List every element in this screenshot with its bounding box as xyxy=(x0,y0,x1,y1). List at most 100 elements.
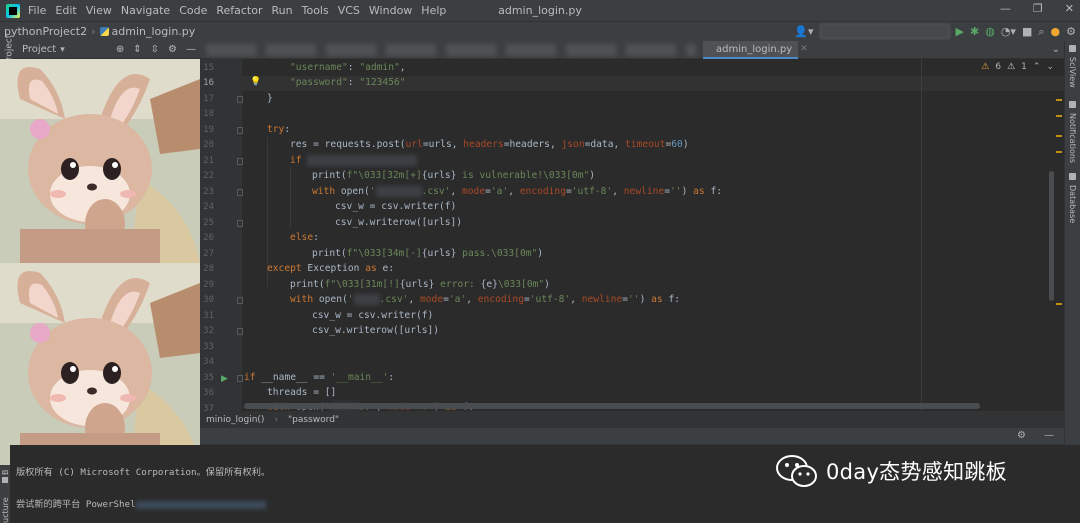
lightbulb-icon[interactable]: 💡 xyxy=(250,77,261,87)
restore-icon[interactable]: ❐ xyxy=(1033,2,1043,15)
close-icon[interactable]: ✕ xyxy=(1065,2,1074,15)
breadcrumb-item[interactable]: "password" xyxy=(288,415,339,425)
fox-mascot-image xyxy=(0,263,200,465)
line-number: 30 xyxy=(203,295,214,305)
error-stripe-marker[interactable] xyxy=(1056,99,1062,101)
code-line-16: "password": "123456" xyxy=(290,77,406,88)
update-icon[interactable]: ● xyxy=(1051,25,1061,38)
vertical-scrollbar[interactable] xyxy=(1049,171,1054,301)
structure-label[interactable]: ucture xyxy=(1,497,10,523)
hide-icon[interactable]: — xyxy=(186,44,196,55)
mascot-image-bottom xyxy=(0,263,200,465)
project-panel-title[interactable]: Project xyxy=(22,44,56,55)
code-line-27: print(f"\033[34m[-]{urls} pass.\033[0m") xyxy=(312,248,544,259)
close-tab-icon[interactable]: ✕ xyxy=(800,44,808,54)
menu-file[interactable]: File xyxy=(28,4,46,17)
project-panel-tools: ⊕ ⇕ ⇳ ⚙ — xyxy=(116,44,196,55)
sciview-icon[interactable] xyxy=(1069,45,1076,52)
line-number: 34 xyxy=(203,357,214,367)
run-toolbar: 👤▾ ▶ ✱ ◍ ◔▾ ■ ⌕ ● ⚙ xyxy=(794,24,1076,39)
search-icon[interactable]: ⌕ xyxy=(1038,25,1044,39)
bookmarks-label[interactable]: B xyxy=(1,470,10,476)
fold-marker-icon[interactable] xyxy=(237,328,243,335)
settings-icon[interactable]: ⚙ xyxy=(1066,25,1076,38)
code-line-30: with open('x.csv', mode='a', encoding='u… xyxy=(290,294,681,305)
code-line-26: else: xyxy=(290,232,319,243)
menu-edit[interactable]: Edit xyxy=(55,4,76,17)
breadcrumb-function[interactable]: minio_login() xyxy=(206,415,264,425)
error-stripe-marker[interactable] xyxy=(1056,115,1062,117)
menu-refactor[interactable]: Refactor xyxy=(216,4,262,17)
weak-warning-count: 1 xyxy=(1021,62,1027,72)
bookmark-icon[interactable] xyxy=(2,477,8,483)
menu-code[interactable]: Code xyxy=(179,4,207,17)
fold-marker-icon[interactable] xyxy=(237,158,243,165)
nav-project[interactable]: pythonProject2 xyxy=(4,25,87,38)
minimize-icon[interactable]: — xyxy=(1000,2,1011,15)
line-number: 16 xyxy=(203,78,214,88)
profile-icon[interactable]: ◔▾ xyxy=(1001,25,1016,38)
ide-window: File Edit View Navigate Code Refactor Ru… xyxy=(0,0,1080,523)
fold-marker-icon[interactable] xyxy=(237,375,243,382)
gear-icon[interactable]: ⚙ xyxy=(168,44,177,55)
fold-marker-icon[interactable] xyxy=(237,96,243,103)
tab-list-icon[interactable]: ⌄ xyxy=(1052,44,1060,55)
user-icon[interactable]: 👤▾ xyxy=(794,25,813,38)
database-icon[interactable] xyxy=(1069,173,1076,180)
warning-count: 6 xyxy=(995,62,1002,72)
fold-marker-icon[interactable] xyxy=(237,297,243,304)
editor-tabs: admin_login.py ✕ ⌄ xyxy=(200,41,1064,59)
sciview-label[interactable]: SciView xyxy=(1068,57,1077,88)
menu-tools[interactable]: Tools xyxy=(302,4,329,17)
chevron-down-icon[interactable]: ▾ xyxy=(60,45,65,55)
locate-icon[interactable]: ⊕ xyxy=(116,44,124,55)
expand-all-icon[interactable]: ⇕ xyxy=(133,44,141,55)
error-stripe-marker[interactable] xyxy=(1056,303,1062,305)
coverage-icon[interactable]: ◍ xyxy=(985,25,995,38)
line-number: 15 xyxy=(203,63,214,73)
inspection-widget[interactable]: ⚠ 6 ⚠ 1 ⌃ ⌄ xyxy=(981,62,1054,72)
watermark-text: 0day态势感知跳板 xyxy=(826,460,1007,484)
line-number: 32 xyxy=(203,326,214,336)
menu-help[interactable]: Help xyxy=(421,4,446,17)
warning-icon: ⚠ xyxy=(981,62,990,72)
menu-bar: File Edit View Navigate Code Refactor Ru… xyxy=(0,0,1080,21)
next-highlight-icon[interactable]: ⌄ xyxy=(1046,62,1054,72)
hide-panel-icon[interactable]: — xyxy=(1044,430,1054,441)
breadcrumb-separator-icon: › xyxy=(274,415,279,425)
collapse-all-icon[interactable]: ⇳ xyxy=(151,44,159,55)
fold-marker-icon[interactable] xyxy=(237,189,243,196)
fold-marker-icon[interactable] xyxy=(237,220,243,227)
horizontal-scrollbar[interactable] xyxy=(244,403,980,409)
database-label[interactable]: Database xyxy=(1068,185,1077,223)
tab-admin-login[interactable]: admin_login.py ✕ xyxy=(703,41,808,59)
code-line-29: print(f"\033[31m[!]{urls} error: {e}\033… xyxy=(290,279,550,290)
code-line-23: with open('x.csv', mode='a', encoding='u… xyxy=(312,186,723,197)
debug-icon[interactable]: ✱ xyxy=(970,25,979,38)
right-tool-stripe: SciView Notifications Database xyxy=(1064,41,1080,445)
line-number: 36 xyxy=(203,388,214,398)
error-stripe-marker[interactable] xyxy=(1056,151,1062,153)
menu-vcs[interactable]: VCS xyxy=(338,4,360,17)
settings-icon[interactable]: ⚙ xyxy=(1017,430,1026,441)
line-number: 37 xyxy=(203,404,214,411)
run-gutter-icon[interactable]: ▶ xyxy=(221,374,228,384)
fold-marker-icon[interactable] xyxy=(237,127,243,134)
line-number: 22 xyxy=(203,171,214,181)
stop-icon[interactable]: ■ xyxy=(1022,25,1032,38)
terminal-header: ⚙ — xyxy=(200,428,1064,445)
previous-highlight-icon[interactable]: ⌃ xyxy=(1033,62,1041,72)
run-icon[interactable]: ▶ xyxy=(956,25,964,38)
run-configuration-select[interactable] xyxy=(819,24,950,39)
line-number: 23 xyxy=(203,187,214,197)
notifications-label[interactable]: Notifications xyxy=(1068,113,1077,163)
notifications-icon[interactable] xyxy=(1069,101,1076,108)
menu-view[interactable]: View xyxy=(86,4,112,17)
line-number: 19 xyxy=(203,125,214,135)
menu-run[interactable]: Run xyxy=(272,4,293,17)
menu-window[interactable]: Window xyxy=(369,4,412,17)
code-editor[interactable]: 15 16 17 18 19 20 21 22 23 24 25 26 27 2… xyxy=(200,59,1064,411)
nav-file[interactable]: admin_login.py xyxy=(112,25,196,38)
menu-navigate[interactable]: Navigate xyxy=(121,4,170,17)
error-stripe-marker[interactable] xyxy=(1056,135,1062,137)
